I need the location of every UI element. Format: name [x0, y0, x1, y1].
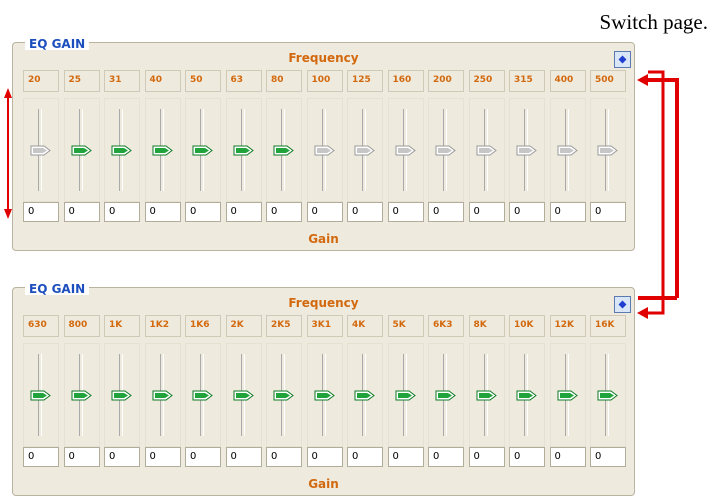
switch-page-route-arrows: [637, 70, 679, 319]
